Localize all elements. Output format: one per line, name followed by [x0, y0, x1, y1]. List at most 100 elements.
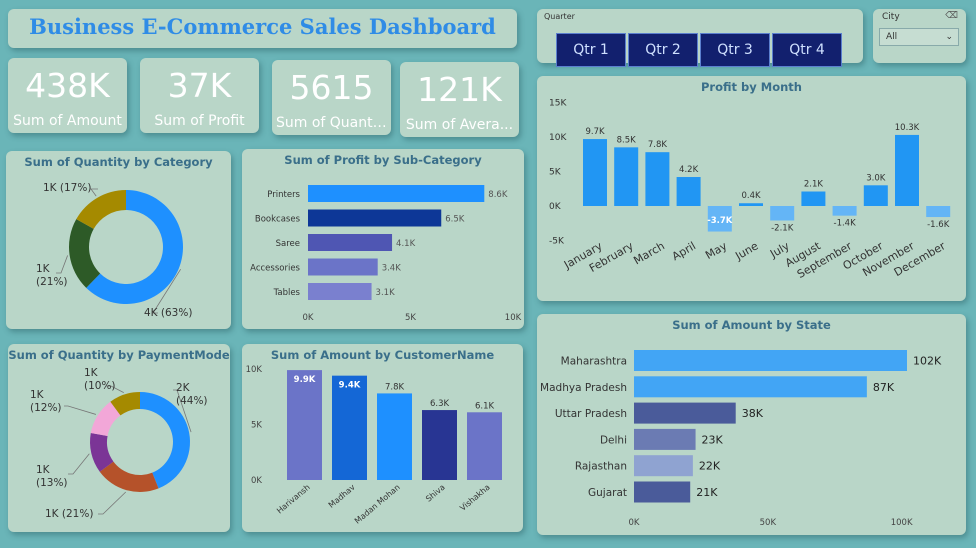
value-label: 10.3K	[895, 123, 920, 133]
bar	[634, 376, 867, 398]
bar	[634, 428, 696, 450]
tick-label: 0K	[251, 476, 262, 486]
bar	[634, 481, 691, 503]
tick-label: -5K	[549, 237, 565, 247]
tick-label: 0K	[629, 518, 640, 528]
chart-card-qty-payment: Sum of Quantity by PaymentMode 2K (44%) 1K…	[8, 344, 230, 532]
kpi-label: Sum of Profit	[154, 113, 245, 129]
chart-card-amount-customer: Sum of Amount by CustomerName 0K 5K 10K 9.9…	[242, 344, 523, 532]
city-dropdown-value: All	[886, 32, 898, 42]
kpi-card-amount[interactable]: 438K Sum of Amount	[8, 58, 127, 133]
value-label: 6.1K	[475, 401, 495, 411]
value-label: 7.8K	[385, 382, 405, 392]
value-label: 102K	[913, 355, 942, 368]
category-label: Madhav	[327, 482, 357, 509]
tick-label: 5K	[405, 313, 416, 323]
value-label: 9.4K	[339, 381, 361, 391]
value-label: 2.1K	[804, 180, 824, 190]
eraser-icon[interactable]: ⌫	[945, 11, 958, 21]
value-label: 6.5K	[445, 215, 465, 225]
value-label: 4.1K	[396, 239, 416, 249]
value-label: -1.4K	[834, 219, 857, 229]
bar	[583, 139, 607, 206]
bar-chart-state: Maharashtra 102K Madhya Pradesh 87K Uttar Pr…	[540, 350, 942, 528]
slice-label: 1K (17%)	[43, 182, 91, 194]
category-label: May	[703, 239, 730, 262]
slice-label: 1K (21%)	[36, 263, 68, 288]
bar	[308, 209, 442, 227]
donut-chart-paymentmode: 2K (44%) 1K (21%) 1K (13%) 1K (12%) 1K (10%)	[30, 367, 208, 520]
value-label: 4.2K	[679, 165, 699, 175]
value-label: 22K	[699, 460, 721, 473]
bar	[634, 402, 736, 424]
leader-line	[56, 255, 68, 274]
category-label: Harivansh	[275, 483, 312, 516]
value-label: 3.0K	[866, 173, 886, 183]
kpi-value: 37K	[167, 66, 232, 105]
category-label: Vishakha	[458, 483, 492, 513]
category-label: Gujarat	[588, 487, 627, 499]
bar	[770, 206, 795, 221]
bar	[308, 185, 485, 202]
kpi-label: Sum of Quantity	[276, 115, 387, 131]
donut-slice	[76, 190, 126, 229]
leader-line	[64, 405, 97, 415]
tick-label: 5K	[549, 168, 562, 178]
category-label: Tables	[273, 288, 301, 298]
donut-chart-category: 4K (63%) 1K (21%) 1K (17%)	[36, 182, 192, 319]
value-label: 23K	[702, 433, 724, 446]
kpi-card-profit[interactable]: 37K Sum of Profit	[140, 58, 259, 133]
chart-title: Sum of Quantity by Category	[24, 155, 213, 169]
title-card: Business E-Commerce Sales Dashboard	[8, 9, 517, 48]
bar-chart-customer: 0K 5K 10K 9.9K Harivansh 9.4K Madhav 7.8K Madan …	[246, 365, 502, 526]
bar	[676, 177, 701, 206]
slice-label: 1K (13%)	[36, 464, 68, 489]
value-label: 9.9K	[294, 375, 316, 385]
kpi-card-quantity[interactable]: 5615 Sum of Quantity	[272, 60, 391, 135]
category-label: Bookcases	[255, 215, 301, 225]
quarter-button-qtr1[interactable]: Qtr 1	[556, 33, 626, 67]
value-label: -2.1K	[771, 223, 794, 233]
bar	[634, 455, 693, 477]
leader-line	[98, 491, 127, 515]
bar-chart-month: -5K0K5K10K15K9.7KJanuary8.5KFebruary7.8K…	[549, 99, 951, 281]
category-label: March	[631, 239, 667, 267]
value-label: 8.5K	[617, 135, 637, 145]
slice-label: 2K (44%)	[176, 382, 208, 407]
value-label: 21K	[696, 486, 718, 499]
kpi-label: Sum of Avera...	[405, 117, 514, 133]
city-dropdown[interactable]: All ⌄	[879, 28, 959, 46]
slice-label: 1K (10%)	[84, 367, 116, 392]
page-title: Business E-Commerce Sales Dashboard	[29, 14, 496, 39]
city-slicer: City ⌫ All ⌄	[873, 9, 966, 63]
bar	[926, 206, 951, 218]
value-label: 9.7K	[585, 127, 605, 137]
bar	[801, 191, 826, 206]
bar	[467, 412, 502, 480]
category-label: Delhi	[600, 434, 627, 446]
tick-label: 100K	[891, 518, 913, 528]
chart-card-profit-month: Profit by Month -5K 0K 5K 10K 15K 9.7K January…	[537, 76, 966, 301]
chart-title: Sum of Amount by CustomerName	[270, 348, 495, 362]
donut-slice	[69, 219, 101, 288]
kpi-value: 438K	[25, 66, 110, 105]
value-label: 7.8K	[648, 140, 668, 150]
category-label: April	[670, 239, 698, 263]
category-label: Rajasthan	[575, 461, 627, 473]
bar	[863, 185, 888, 206]
quarter-button-qtr2[interactable]: Qtr 2	[628, 33, 698, 67]
tick-label: 0K	[303, 313, 314, 323]
kpi-card-average[interactable]: 121K Sum of Avera...	[400, 62, 519, 137]
quarter-button-qtr4[interactable]: Qtr 4	[772, 33, 842, 67]
category-label: Uttar Pradesh	[555, 408, 627, 420]
chart-title: Profit by Month	[701, 80, 802, 94]
donut-slice	[99, 461, 159, 492]
tick-label: 50K	[760, 518, 777, 528]
quarter-button-qtr3[interactable]: Qtr 3	[700, 33, 770, 67]
chevron-down-icon: ⌄	[945, 32, 953, 42]
bar	[332, 375, 367, 480]
chart-card-qty-category: Sum of Quantity by Category 4K (63%) 1K (2…	[6, 151, 231, 329]
slice-label: 1K (21%)	[45, 508, 93, 520]
bar	[422, 410, 457, 480]
leader-line	[90, 188, 98, 197]
